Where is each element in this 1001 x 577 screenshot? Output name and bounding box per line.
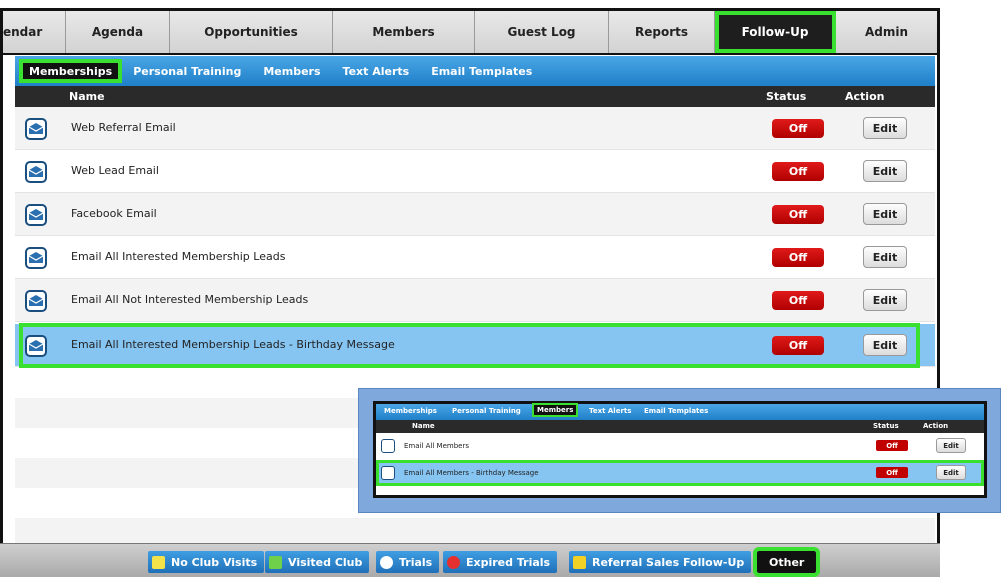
status-toggle[interactable]: Off	[772, 119, 824, 138]
card-check-icon	[269, 555, 282, 569]
edit-button[interactable]: Edit	[863, 246, 907, 268]
envelope-icon	[25, 118, 47, 140]
envelope-icon	[25, 290, 47, 312]
row-name: Email All Interested Membership Leads	[71, 250, 286, 263]
tab-reports[interactable]: Reports	[609, 11, 715, 53]
status-toggle[interactable]: Off	[772, 291, 824, 310]
inset-subtab-members[interactable]: Members	[531, 403, 579, 417]
inset-status-toggle[interactable]: Off	[876, 440, 908, 451]
inset-status-toggle[interactable]: Off	[876, 467, 908, 478]
sub-navigation: Memberships Personal Training Members Te…	[15, 56, 935, 86]
edit-button[interactable]: Edit	[863, 203, 907, 225]
inset-row-name: Email All Members	[404, 442, 469, 450]
column-status-header: Status	[766, 90, 807, 103]
arrow-up-red-icon	[447, 555, 460, 569]
arrow-up-icon	[380, 555, 393, 569]
inset-subtab-personal-training[interactable]: Personal Training	[452, 407, 521, 415]
envelope-icon	[381, 466, 395, 480]
empty-row	[15, 518, 935, 543]
trials-label: Trials	[399, 555, 433, 569]
status-toggle[interactable]: Off	[772, 205, 824, 224]
inset-column-action: Action	[923, 422, 949, 430]
inset-edit-button[interactable]: Edit	[936, 438, 966, 453]
subtab-personal-training[interactable]: Personal Training	[122, 56, 252, 86]
trophy-icon	[573, 555, 586, 569]
card-icon	[152, 555, 165, 569]
tab-guest-log[interactable]: Guest Log	[475, 11, 609, 53]
status-toggle[interactable]: Off	[772, 248, 824, 267]
envelope-icon	[25, 161, 47, 183]
status-toggle[interactable]: Off	[772, 162, 824, 181]
table-row[interactable]: Web Referral Email Off Edit	[15, 107, 935, 150]
column-name-header: Name	[69, 90, 105, 103]
inset-row-name: Email All Members - Birthday Message	[404, 469, 539, 477]
inset-sub-navigation: Memberships Personal Training Members Te…	[376, 403, 984, 420]
inset-table-row[interactable]: Email All Members Off Edit	[376, 434, 984, 458]
tab-opportunities[interactable]: Opportunities	[170, 11, 333, 53]
envelope-icon	[381, 439, 395, 453]
tab-calendar[interactable]: endar	[3, 11, 66, 53]
trials-button[interactable]: Trials	[376, 551, 440, 573]
row-name: Email All Not Interested Membership Lead…	[71, 293, 309, 306]
tab-agenda[interactable]: Agenda	[66, 11, 170, 53]
subtab-text-alerts[interactable]: Text Alerts	[332, 56, 421, 86]
inset-column-status: Status	[873, 422, 899, 430]
inset-column-name: Name	[412, 422, 435, 430]
inset-table-header: Name Status Action	[376, 420, 984, 433]
inset-screenshot: Memberships Personal Training Members Te…	[358, 388, 1001, 513]
edit-button[interactable]: Edit	[863, 117, 907, 139]
tab-admin[interactable]: Admin	[836, 11, 937, 53]
row-name: Facebook Email	[71, 207, 157, 220]
table-row[interactable]: Email All Interested Membership Leads Of…	[15, 236, 935, 279]
top-navigation: endar Agenda Opportunities Members Guest…	[0, 8, 940, 55]
selection-highlight	[19, 323, 920, 368]
inset-subtab-email-templates[interactable]: Email Templates	[644, 407, 708, 415]
inset-subtab-text-alerts[interactable]: Text Alerts	[589, 407, 631, 415]
table-header: Name Status Action	[15, 86, 935, 107]
tab-follow-up[interactable]: Follow-Up	[715, 11, 836, 53]
tab-members[interactable]: Members	[333, 11, 475, 53]
table-row[interactable]: Email All Not Interested Membership Lead…	[15, 279, 935, 322]
visited-club-button[interactable]: Visited Club	[265, 551, 370, 573]
inset-edit-button[interactable]: Edit	[936, 465, 966, 480]
referral-sales-follow-up-button[interactable]: Referral Sales Follow-Up	[569, 551, 752, 573]
inset-panel: Memberships Personal Training Members Te…	[373, 401, 987, 498]
other-label: Other	[769, 555, 805, 569]
envelope-icon	[25, 247, 47, 269]
other-button[interactable]: Other	[752, 547, 821, 577]
no-club-visits-button[interactable]: No Club Visits	[148, 551, 265, 573]
column-action-header: Action	[845, 90, 885, 103]
subtab-email-templates[interactable]: Email Templates	[420, 56, 543, 86]
no-club-visits-label: No Club Visits	[171, 555, 258, 569]
table-row[interactable]: Facebook Email Off Edit	[15, 193, 935, 236]
subtab-memberships[interactable]: Memberships	[19, 59, 123, 83]
expired-trials-label: Expired Trials	[466, 555, 551, 569]
referral-sales-follow-up-label: Referral Sales Follow-Up	[592, 555, 745, 569]
subtab-members[interactable]: Members	[252, 56, 331, 86]
inset-table-row-selected[interactable]: Email All Members - Birthday Message Off…	[376, 460, 984, 486]
expired-trials-button[interactable]: Expired Trials	[443, 551, 558, 573]
envelope-icon	[25, 204, 47, 226]
visited-club-label: Visited Club	[288, 555, 363, 569]
table-row[interactable]: Web Lead Email Off Edit	[15, 150, 935, 193]
edit-button[interactable]: Edit	[863, 160, 907, 182]
bottom-filter-bar: No Club Visits Visited Club Trials Expir…	[0, 543, 940, 577]
row-name: Web Referral Email	[71, 121, 176, 134]
row-name: Web Lead Email	[71, 164, 159, 177]
inset-subtab-memberships[interactable]: Memberships	[384, 407, 437, 415]
edit-button[interactable]: Edit	[863, 289, 907, 311]
